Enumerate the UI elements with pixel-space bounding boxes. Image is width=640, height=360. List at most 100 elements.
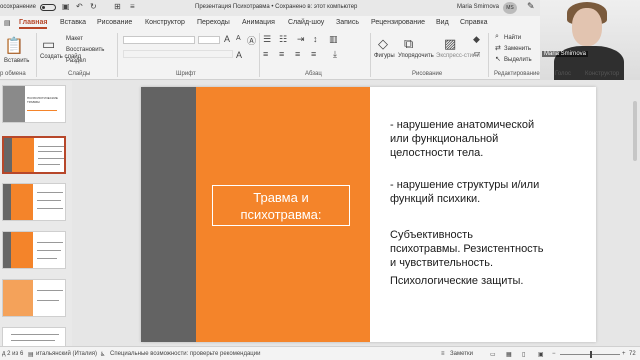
decrease-font-icon[interactable]: A <box>236 35 241 42</box>
text-direction-icon[interactable]: ⤓ <box>333 49 337 60</box>
ribbon-separator <box>259 33 260 77</box>
shape-fill-icon[interactable]: ◆ <box>473 34 480 45</box>
replace-icon[interactable]: ⇄ <box>495 44 501 52</box>
tab-home[interactable]: Главная <box>19 19 48 29</box>
increase-font-icon[interactable]: A <box>224 34 230 44</box>
justify-icon[interactable]: ≡ <box>311 49 316 59</box>
shape-outline-icon[interactable]: ▱ <box>473 48 480 59</box>
document-title: Презентация Психотравма • Сохранено в: э… <box>195 4 358 10</box>
slide-thumbnail-3[interactable] <box>2 183 66 221</box>
slide-text-item[interactable]: Психологические защиты. <box>390 274 590 288</box>
zoom-slider-thumb[interactable] <box>590 351 592 358</box>
thumbnail-line <box>37 208 63 209</box>
slide-thumbnail-4[interactable] <box>2 231 66 269</box>
reading-view-icon[interactable]: ▯ <box>522 351 525 358</box>
notes-button[interactable]: Заметки <box>450 351 473 357</box>
designer-group-label: Конструктор <box>585 71 620 77</box>
slide-text-item[interactable]: целостности тела. <box>390 146 590 160</box>
tab-design[interactable]: Конструктор <box>145 19 185 26</box>
thumbnail-line <box>37 290 63 291</box>
find-icon[interactable]: ⌕ <box>495 33 499 41</box>
ribbon-separator <box>117 33 118 77</box>
redo-icon[interactable]: ↻ <box>90 2 97 11</box>
slide-thumbnail-1[interactable]: ПСИХОЛОГИЧЕСКИЕ ТРАВМЫ <box>2 85 66 123</box>
accessibility-label[interactable]: Специальные возможности: проверьте реком… <box>110 351 260 357</box>
slide-text-item[interactable]: и чувствительность. <box>390 256 590 270</box>
arrange-icon[interactable]: ⧉ <box>404 36 413 52</box>
slide-text-item[interactable]: - нарушение анатомической <box>390 118 590 132</box>
thumbnail-line <box>37 250 61 251</box>
numbering-icon[interactable]: ☷ <box>279 34 287 45</box>
scrollbar-thumb[interactable] <box>633 101 637 161</box>
tab-insert[interactable]: Вставка <box>60 19 86 26</box>
feedback-icon[interactable]: ✎ <box>527 1 535 12</box>
tab-slideshow[interactable]: Слайд-шоу <box>288 19 324 26</box>
select-icon[interactable]: ↖ <box>495 55 501 63</box>
section-button[interactable]: Раздел <box>66 58 86 64</box>
font-name-field[interactable] <box>123 36 195 44</box>
slide-thumbnail-5[interactable] <box>2 279 66 317</box>
align-left-icon[interactable]: ≡ <box>263 49 268 59</box>
accessibility-icon[interactable]: ♿ <box>100 351 105 358</box>
tab-view[interactable]: Вид <box>436 19 449 26</box>
slide-title[interactable]: Травма и психотравма: <box>212 185 350 226</box>
thumbnail-gray-band <box>4 138 12 172</box>
paste-label[interactable]: Вставить <box>4 58 29 64</box>
new-slide-icon[interactable]: ▭ <box>42 36 55 53</box>
avatar[interactable]: MS <box>503 2 517 14</box>
shapes-button[interactable]: Фигуры <box>374 53 395 59</box>
bullets-icon[interactable]: ☰ <box>263 34 271 45</box>
find-button[interactable]: Найти <box>504 35 521 41</box>
tab-record[interactable]: Запись <box>336 19 359 26</box>
slide-text-item[interactable]: психотравмы. Резистентность <box>390 242 590 256</box>
font-format-buttons[interactable] <box>123 50 233 58</box>
layout-button[interactable]: Макет <box>66 36 83 42</box>
tab-file-icon[interactable]: ▤ <box>4 19 11 27</box>
zoom-level[interactable]: 72 <box>629 351 636 357</box>
slide-text-item[interactable]: функций психики. <box>390 192 590 206</box>
user-name[interactable]: Maria Smirnova <box>457 4 499 10</box>
line-spacing-icon[interactable]: ↕ <box>313 34 318 44</box>
normal-view-icon[interactable]: ▭ <box>490 351 496 358</box>
quick-styles-icon[interactable]: ▨ <box>444 36 456 52</box>
save-icon[interactable]: ▣ <box>62 2 70 11</box>
font-color-icon[interactable]: A <box>236 50 242 60</box>
shapes-icon[interactable]: ◇ <box>378 36 388 52</box>
undo-icon[interactable]: ↶ <box>76 2 83 11</box>
thumbnail-line <box>38 151 62 152</box>
tab-help[interactable]: Справка <box>460 19 487 26</box>
slides-group-label: Слайды <box>68 71 91 77</box>
indent-icon[interactable]: ⇥ <box>297 34 305 45</box>
slide-thumbnail-6[interactable] <box>2 327 66 346</box>
slide-text-item[interactable]: Субъективность <box>390 228 590 242</box>
slide-thumbnail-2[interactable] <box>2 136 66 174</box>
present-icon[interactable]: ⊞ <box>114 2 121 11</box>
tab-animations[interactable]: Анимация <box>242 19 275 26</box>
zoom-out-icon[interactable]: − <box>552 351 556 357</box>
slide-canvas[interactable]: Травма и психотравма: - нарушение анатом… <box>141 87 596 342</box>
align-center-icon[interactable]: ≡ <box>279 49 284 59</box>
tab-review[interactable]: Рецензирование <box>371 19 425 26</box>
notes-icon[interactable]: ≡ <box>441 351 445 357</box>
arrange-button[interactable]: Упорядочить <box>398 53 434 59</box>
columns-icon[interactable]: ▥ <box>329 34 338 45</box>
language-label[interactable]: итальянский (Италия) <box>36 351 97 357</box>
paste-icon[interactable]: 📋 <box>4 36 24 56</box>
slide-text-item[interactable]: - нарушение структуры и/или <box>390 178 590 192</box>
zoom-in-icon[interactable]: + <box>622 351 626 357</box>
autosave-toggle[interactable] <box>40 4 56 11</box>
align-right-icon[interactable]: ≡ <box>295 49 300 59</box>
font-size-field[interactable] <box>198 36 220 44</box>
tab-draw[interactable]: Рисование <box>97 19 132 26</box>
customize-icon[interactable]: ≡ <box>130 2 135 11</box>
slide-text-item[interactable]: или функциональной <box>390 132 590 146</box>
reset-button[interactable]: Восстановить <box>66 47 104 53</box>
slideshow-icon[interactable]: ▣ <box>538 351 544 358</box>
tab-transitions[interactable]: Переходы <box>197 19 230 26</box>
spellcheck-icon[interactable]: ▤ <box>28 351 34 358</box>
replace-button[interactable]: Заменить <box>504 46 531 52</box>
clear-format-icon[interactable]: Ⓐ <box>247 34 256 47</box>
select-button[interactable]: Выделить <box>504 57 532 63</box>
vertical-scrollbar[interactable] <box>630 81 640 346</box>
slide-sorter-icon[interactable]: ▦ <box>506 351 512 358</box>
